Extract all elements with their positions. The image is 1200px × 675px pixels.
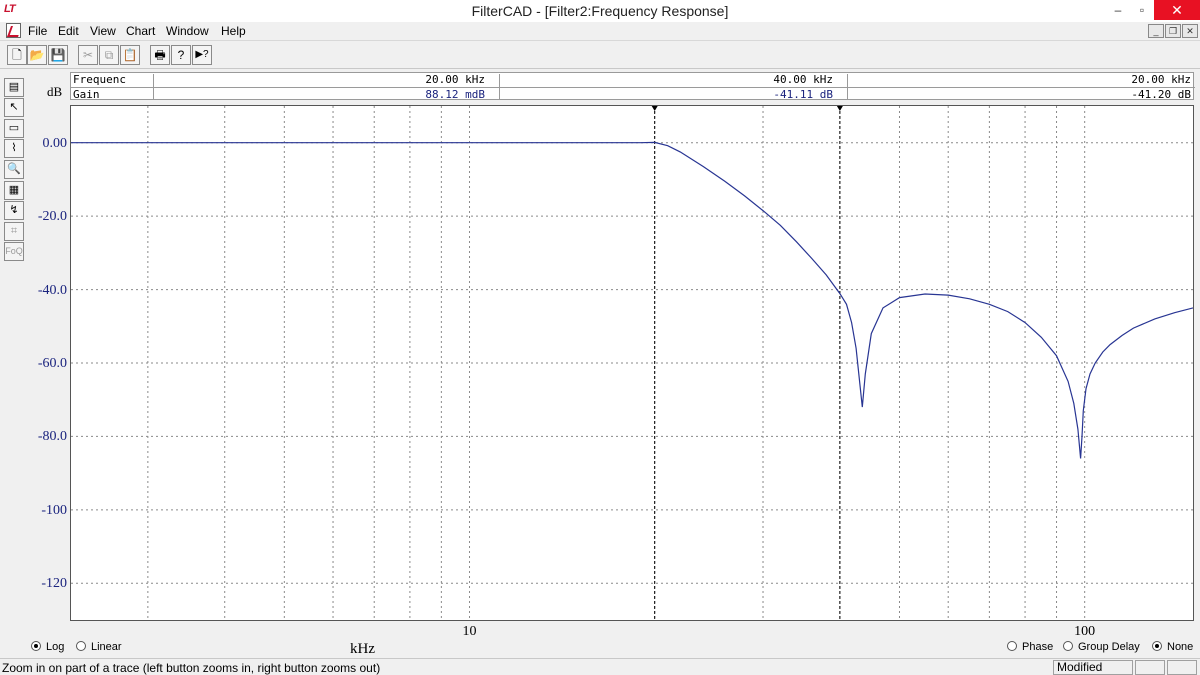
- menu-edit[interactable]: Edit: [58, 24, 79, 38]
- menu-window[interactable]: Window: [166, 24, 209, 38]
- log-scale-radio[interactable]: Log: [31, 641, 64, 653]
- cursor1-frequency: 20.00 kHz: [425, 73, 485, 86]
- minimize-window-button[interactable]: –: [1106, 0, 1130, 20]
- copy-icon[interactable]: ⧉: [99, 45, 119, 65]
- status-modified-pane: Modified: [1053, 660, 1133, 675]
- color-bars-icon[interactable]: ▤: [4, 78, 24, 97]
- status-message: Zoom in on part of a trace (left button …: [2, 661, 381, 675]
- y-tick-label: -80.0: [37, 429, 67, 444]
- close-window-button[interactable]: ✕: [1154, 0, 1200, 20]
- readout-divider: [499, 74, 500, 99]
- y-tick-label: -20.0: [37, 209, 67, 224]
- y-tick-label: -100: [41, 503, 67, 518]
- restore-window-button[interactable]: ▫: [1130, 0, 1154, 20]
- mdi-restore-button[interactable]: ❐: [1165, 24, 1181, 38]
- cursor-readout: Frequenc 20.00 kHz 40.00 kHz 20.00 kHz G…: [70, 72, 1195, 101]
- delta-gain: -41.20 dB: [1131, 88, 1191, 101]
- group-delay-radio[interactable]: Group Delay: [1063, 641, 1140, 653]
- radio-selected-icon[interactable]: [1152, 641, 1162, 651]
- cut-icon[interactable]: ✂: [78, 45, 98, 65]
- phase-radio[interactable]: Phase: [1007, 641, 1053, 653]
- none-radio[interactable]: None: [1152, 641, 1193, 653]
- readout-gain-label: Gain: [73, 88, 100, 101]
- cursor2-frequency: 40.00 kHz: [773, 73, 833, 86]
- x-axis-unit: kHz: [350, 641, 375, 657]
- menu-bar: File Edit View Chart Window Help _ ❐ ✕: [0, 22, 1200, 41]
- linear-scale-radio[interactable]: Linear: [76, 641, 122, 653]
- report-icon[interactable]: ▦: [4, 181, 24, 200]
- plot-canvas[interactable]: [71, 106, 1193, 620]
- menu-help[interactable]: Help: [221, 24, 246, 38]
- menu-view[interactable]: View: [90, 24, 116, 38]
- cursor1-gain: 88.12 mdB: [425, 88, 485, 101]
- status-pane: [1135, 660, 1165, 675]
- mdi-minimize-button[interactable]: _: [1148, 24, 1164, 38]
- cursor-1-marker-icon: [651, 106, 658, 111]
- menu-file[interactable]: File: [28, 24, 47, 38]
- toolbar: 🗋 📂 💾 ✂ ⧉ 📋 🖶 ? ▶?: [0, 42, 1200, 69]
- menu-chart[interactable]: Chart: [126, 24, 155, 38]
- help-icon[interactable]: ?: [171, 45, 191, 65]
- mdi-close-button[interactable]: ✕: [1182, 24, 1198, 38]
- title-bar: LT FilterCAD - [Filter2:Frequency Respon…: [0, 0, 1200, 22]
- readout-divider: [153, 74, 154, 99]
- cursor2-gain: -41.11 dB: [773, 88, 833, 101]
- readout-frequency-row: Frequenc 20.00 kHz 40.00 kHz 20.00 kHz: [71, 73, 1195, 86]
- document-system-icon[interactable]: [6, 23, 21, 38]
- radio-empty-icon[interactable]: [76, 641, 86, 651]
- readout-gain-row: Gain 88.12 mdB -41.11 dB -41.20 dB: [71, 87, 1195, 101]
- magnifier-icon[interactable]: 🔍: [4, 160, 24, 179]
- y-tick-label: -60.0: [37, 356, 67, 371]
- pointer-icon[interactable]: ↖: [4, 98, 24, 117]
- y-tick-label: -40.0: [37, 283, 67, 298]
- radio-selected-icon[interactable]: [31, 641, 41, 651]
- print-icon[interactable]: 🖶: [150, 45, 170, 65]
- delta-frequency: 20.00 kHz: [1131, 73, 1191, 86]
- y-tick-label: -120: [41, 576, 67, 591]
- x-tick-label: 10: [462, 624, 477, 639]
- open-folder-icon[interactable]: 📂: [27, 45, 47, 65]
- status-pane: [1167, 660, 1197, 675]
- context-help-icon[interactable]: ▶?: [192, 45, 212, 65]
- radio-empty-icon[interactable]: [1007, 641, 1017, 651]
- save-icon[interactable]: 💾: [48, 45, 68, 65]
- status-bar: Zoom in on part of a trace (left button …: [0, 658, 1200, 675]
- paste-icon[interactable]: 📋: [120, 45, 140, 65]
- readout-divider: [847, 74, 848, 99]
- radio-empty-icon[interactable]: [1063, 641, 1073, 651]
- foq-icon[interactable]: FoQ: [4, 242, 24, 261]
- new-document-icon[interactable]: 🗋: [7, 45, 27, 65]
- cursor-2-marker-icon: [836, 106, 843, 111]
- x-tick-label: 100: [1074, 624, 1096, 639]
- frequency-response-plot[interactable]: [70, 105, 1194, 621]
- y-axis-unit: dB: [47, 84, 63, 99]
- window-title: FilterCAD - [Filter2:Frequency Response]: [471, 3, 729, 19]
- readout-frequency-label: Frequenc: [73, 73, 126, 86]
- y-tick-label: 0.00: [42, 136, 68, 151]
